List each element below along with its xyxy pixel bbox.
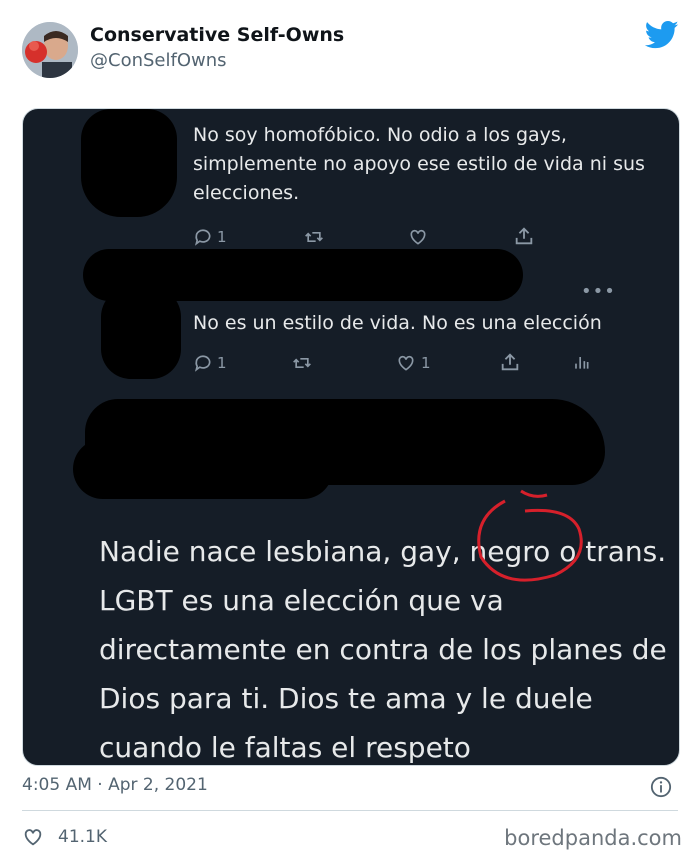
retweet-icon — [305, 232, 323, 242]
divider — [22, 810, 678, 811]
heart-icon — [24, 829, 42, 846]
more-options-icon[interactable]: ••• — [581, 281, 616, 302]
analytics-icon — [575, 357, 589, 369]
reply-1-retweet-action[interactable] — [303, 227, 325, 247]
retweet-icon — [293, 358, 311, 368]
reply-count: 1 — [217, 354, 227, 372]
red-circle-annotation — [477, 489, 583, 582]
like-count: 41.1K — [58, 827, 107, 847]
reply-2-retweet-action[interactable] — [291, 353, 313, 373]
watermark: boredpanda.com — [504, 826, 682, 850]
twitter-bird-icon[interactable] — [645, 20, 679, 50]
like-action[interactable]: 41.1K — [22, 826, 107, 848]
author-name[interactable]: Conservative Self-Owns — [90, 24, 344, 46]
embedded-screenshot: No soy homofóbico. No odio a los gays, s… — [22, 108, 680, 766]
share-icon — [515, 227, 533, 245]
reply-2-analytics-action[interactable] — [571, 351, 591, 373]
reply-1-share-action[interactable] — [513, 225, 535, 247]
reply-2-reply-action[interactable]: 1 — [193, 353, 227, 373]
reply-count: 1 — [217, 228, 227, 246]
reply-2-share-action[interactable] — [499, 351, 521, 373]
reply-icon — [194, 355, 211, 372]
redaction-mark — [101, 287, 181, 379]
like-count: 1 — [421, 354, 431, 372]
share-icon — [501, 353, 519, 371]
avatar[interactable] — [22, 22, 78, 78]
reply-1-like-action[interactable] — [407, 227, 429, 247]
redaction-mark — [81, 109, 177, 217]
info-icon[interactable] — [650, 776, 672, 798]
redaction-mark — [73, 439, 333, 499]
reply-2-text: No es un estilo de vida. No es una elecc… — [193, 312, 602, 334]
reply-icon — [194, 229, 211, 246]
reply-1-reply-action[interactable]: 1 — [193, 227, 227, 247]
heart-icon — [410, 229, 426, 245]
heart-icon — [398, 355, 414, 371]
tweet-timestamp[interactable]: 4:05 AM · Apr 2, 2021 — [22, 775, 208, 795]
reply-1-text: No soy homofóbico. No odio a los gays, s… — [193, 124, 645, 204]
avatar-image — [22, 22, 78, 78]
author-handle[interactable]: @ConSelfOwns — [90, 50, 227, 71]
reply-2-like-action[interactable]: 1 — [395, 353, 431, 373]
